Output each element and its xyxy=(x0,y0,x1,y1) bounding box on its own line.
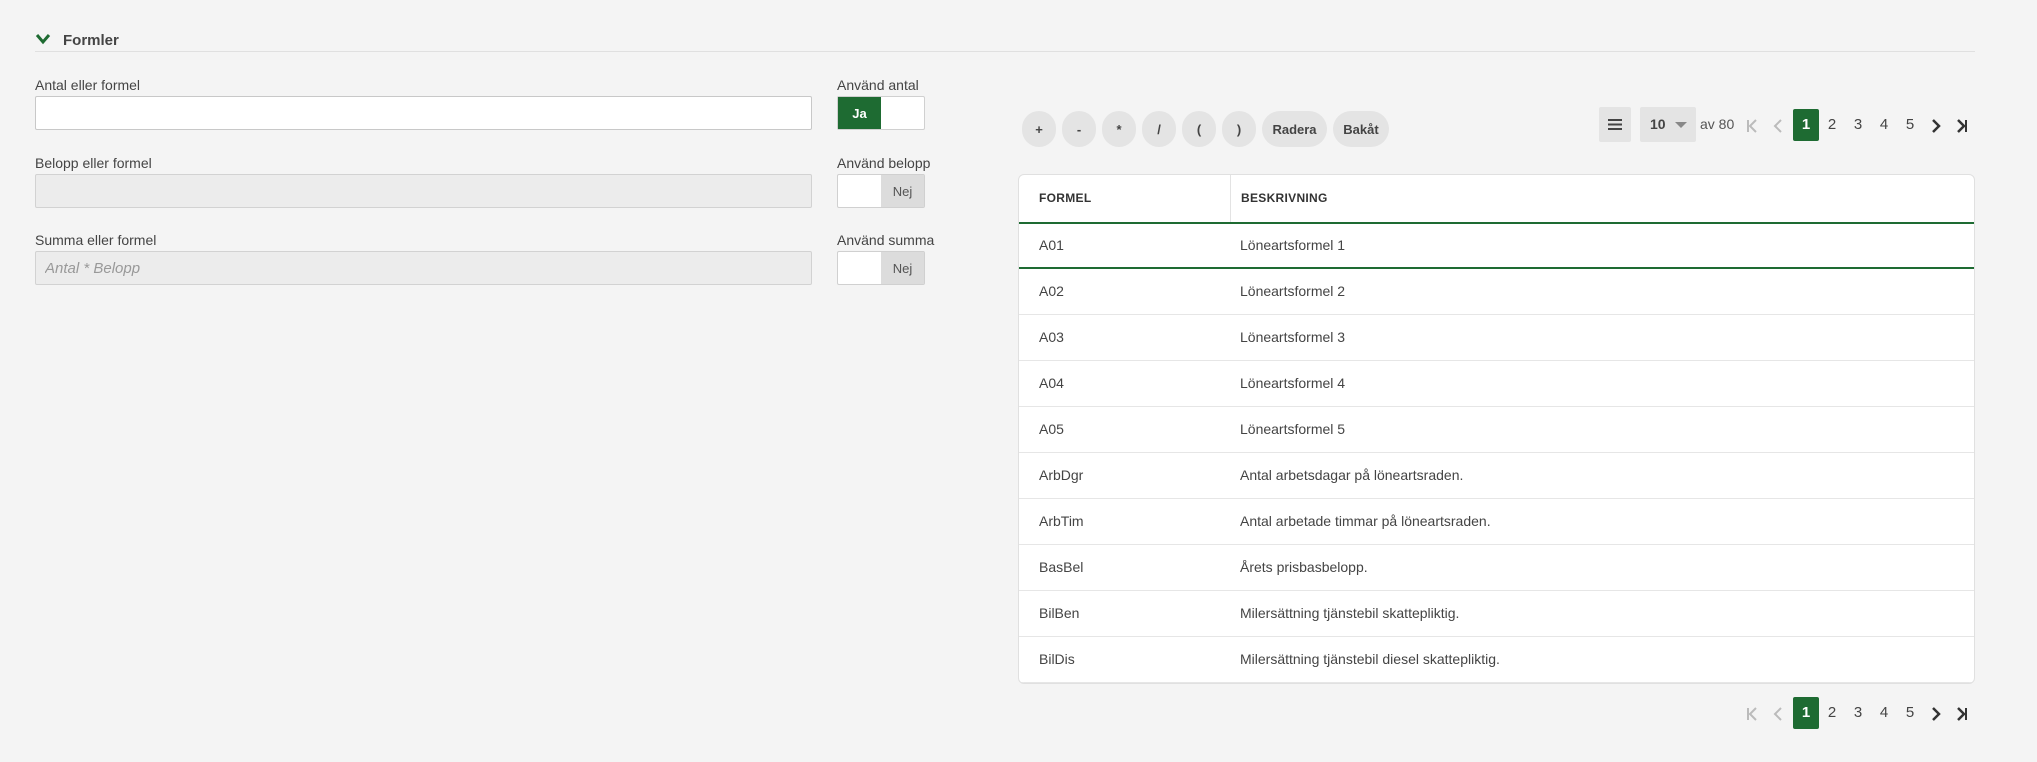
operator-open-paren-button[interactable]: ( xyxy=(1182,111,1216,147)
cell-formel: ArbTim xyxy=(1039,513,1084,529)
next-page-icon-bottom[interactable] xyxy=(1927,705,1945,723)
caret-down-icon xyxy=(1675,122,1687,128)
toggle-blank-segment xyxy=(881,97,924,129)
column-divider xyxy=(1230,175,1231,222)
formula-table: FORMEL BESKRIVNING A01 Löneartsformel 1 A0… xyxy=(1018,174,1975,684)
anvand-summa-toggle[interactable]: Nej xyxy=(837,251,925,285)
anvand-summa-label: Använd summa xyxy=(837,232,935,248)
operator-close-paren-button[interactable]: ) xyxy=(1222,111,1256,147)
summa-label: Summa eller formel xyxy=(35,232,157,248)
cell-formel: A05 xyxy=(1039,421,1064,437)
cell-beskrivning: Löneartsformel 2 xyxy=(1240,283,1346,299)
table-row[interactable]: A01 Löneartsformel 1 xyxy=(1019,223,1974,269)
cell-formel: BilBen xyxy=(1039,605,1080,621)
page-button-4[interactable]: 4 xyxy=(1871,109,1897,141)
table-header: FORMEL BESKRIVNING xyxy=(1019,175,1974,224)
summa-input[interactable] xyxy=(35,251,812,285)
toggle-blank-segment xyxy=(838,175,881,207)
page-button-4-bottom[interactable]: 4 xyxy=(1871,697,1897,729)
prev-page-icon-bottom[interactable] xyxy=(1769,705,1787,723)
table-row[interactable]: ArbDgr Antal arbetsdagar på löneartsraden… xyxy=(1019,453,1974,499)
page-button-1-bottom[interactable]: 1 xyxy=(1793,697,1819,729)
next-page-icon[interactable] xyxy=(1927,117,1945,135)
antal-label: Antal eller formel xyxy=(35,77,141,93)
operator-minus-button[interactable]: - xyxy=(1062,111,1096,147)
cell-formel: A04 xyxy=(1039,375,1064,391)
last-page-icon-bottom[interactable] xyxy=(1953,705,1971,723)
anvand-antal-toggle[interactable]: Ja xyxy=(837,96,925,130)
toggle-off-segment: Nej xyxy=(881,252,924,284)
anvand-antal-label: Använd antal xyxy=(837,77,919,93)
table-row[interactable]: A02 Löneartsformel 2 xyxy=(1019,269,1974,315)
section-title: Formler xyxy=(63,32,119,49)
cell-beskrivning: Milersättning tjänstebil diesel skattepl… xyxy=(1240,651,1500,667)
total-count-text: av 80 xyxy=(1700,116,1735,132)
table-row[interactable]: BasBel Årets prisbasbelopp. xyxy=(1019,545,1974,591)
page-button-3-bottom[interactable]: 3 xyxy=(1845,697,1871,729)
cell-beskrivning: Årets prisbasbelopp. xyxy=(1240,559,1368,575)
cell-formel: BilDis xyxy=(1039,651,1075,667)
first-page-icon[interactable] xyxy=(1743,117,1761,135)
page-size-value: 10 xyxy=(1650,116,1666,132)
table-row[interactable]: A03 Löneartsformel 3 xyxy=(1019,315,1974,361)
anvand-belopp-label: Använd belopp xyxy=(837,155,931,171)
column-header-beskrivning[interactable]: BESKRIVNING xyxy=(1241,191,1328,205)
page-button-5-bottom[interactable]: 5 xyxy=(1897,697,1923,729)
page-button-5[interactable]: 5 xyxy=(1897,109,1923,141)
page-button-2-bottom[interactable]: 2 xyxy=(1819,697,1845,729)
table-row[interactable]: BilDis Milersättning tjänstebil diesel sk… xyxy=(1019,637,1974,683)
radera-button[interactable]: Radera xyxy=(1262,111,1327,147)
bakat-button[interactable]: Bakåt xyxy=(1333,111,1389,147)
section-header-formler[interactable]: Formler xyxy=(35,29,1975,52)
cell-beskrivning: Antal arbetade timmar på löneartsraden. xyxy=(1240,513,1491,529)
table-row[interactable]: A04 Löneartsformel 4 xyxy=(1019,361,1974,407)
page-button-2[interactable]: 2 xyxy=(1819,109,1845,141)
operator-multiply-button[interactable]: * xyxy=(1102,111,1136,147)
list-icon xyxy=(1608,119,1622,130)
chevron-down-icon[interactable] xyxy=(35,32,51,46)
page-button-3[interactable]: 3 xyxy=(1845,109,1871,141)
cell-beskrivning: Löneartsformel 1 xyxy=(1240,237,1346,253)
column-menu-button[interactable] xyxy=(1599,107,1631,142)
cell-formel: A03 xyxy=(1039,329,1064,345)
anvand-belopp-toggle[interactable]: Nej xyxy=(837,174,925,208)
toggle-blank-segment xyxy=(838,252,881,284)
column-header-formel[interactable]: FORMEL xyxy=(1039,191,1091,205)
cell-formel: BasBel xyxy=(1039,559,1084,575)
cell-beskrivning: Löneartsformel 5 xyxy=(1240,421,1346,437)
page-size-select[interactable]: 10 xyxy=(1640,107,1696,142)
cell-formel: A01 xyxy=(1039,237,1064,253)
first-page-icon-bottom[interactable] xyxy=(1743,705,1761,723)
cell-formel: A02 xyxy=(1039,283,1064,299)
table-row[interactable]: A05 Löneartsformel 5 xyxy=(1019,407,1974,453)
belopp-input[interactable] xyxy=(35,174,812,208)
antal-input[interactable] xyxy=(35,96,812,130)
operator-plus-button[interactable]: + xyxy=(1022,111,1056,147)
belopp-label: Belopp eller formel xyxy=(35,155,152,171)
operator-divide-button[interactable]: / xyxy=(1142,111,1176,147)
cell-beskrivning: Löneartsformel 4 xyxy=(1240,375,1346,391)
last-page-icon[interactable] xyxy=(1953,117,1971,135)
cell-formel: ArbDgr xyxy=(1039,467,1084,483)
prev-page-icon[interactable] xyxy=(1769,117,1787,135)
toggle-on-segment: Ja xyxy=(838,97,881,129)
toggle-off-segment: Nej xyxy=(881,175,924,207)
cell-beskrivning: Löneartsformel 3 xyxy=(1240,329,1346,345)
table-row[interactable]: BilBen Milersättning tjänstebil skattepli… xyxy=(1019,591,1974,637)
cell-beskrivning: Antal arbetsdagar på löneartsraden. xyxy=(1240,467,1464,483)
cell-beskrivning: Milersättning tjänstebil skattepliktig. xyxy=(1240,605,1460,621)
table-row[interactable]: ArbTim Antal arbetade timmar på löneartsr… xyxy=(1019,499,1974,545)
page-button-1[interactable]: 1 xyxy=(1793,109,1819,141)
